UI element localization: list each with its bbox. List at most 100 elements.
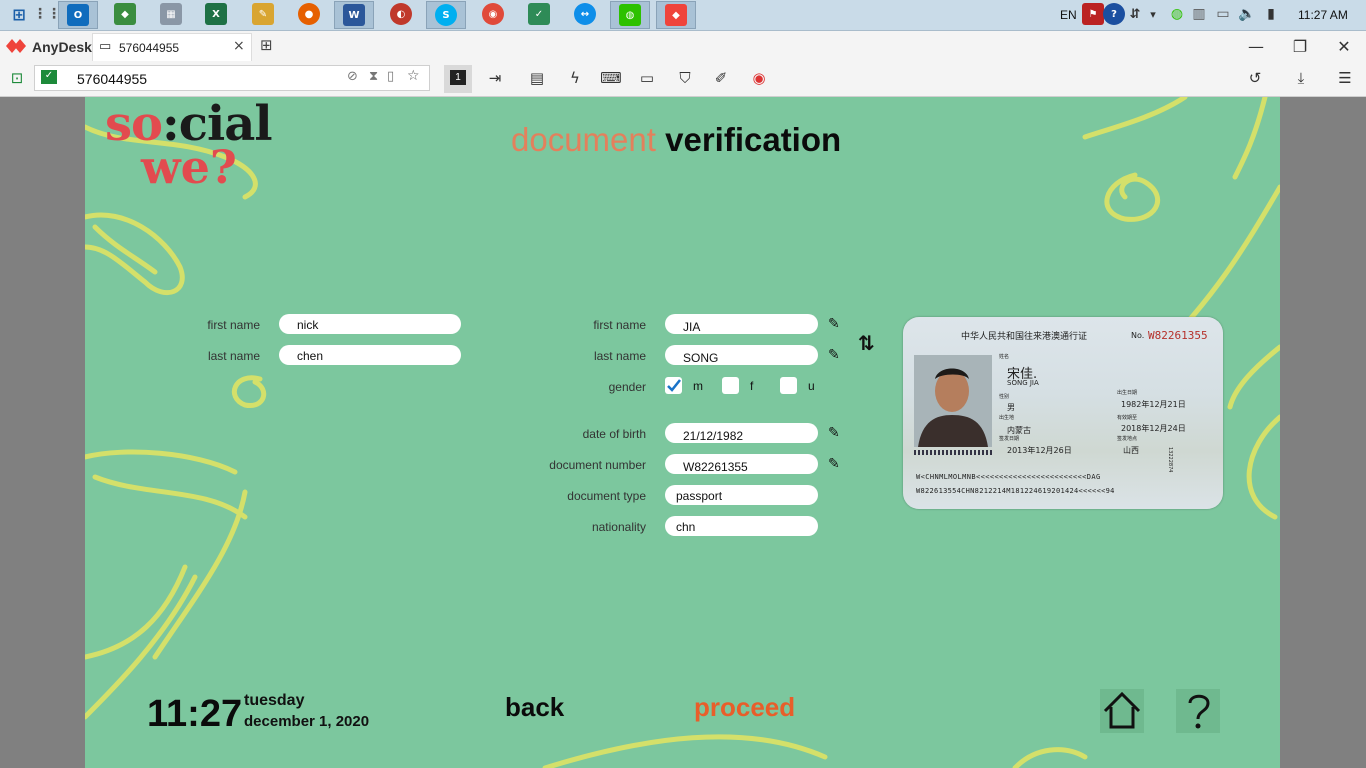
gender-f-checkbox[interactable] <box>722 377 739 394</box>
id-card-no-value: W82261355 <box>1148 329 1208 342</box>
windows-taskbar: ⊞ ⋮⋮ O ◆ ▦ X ✎ ● W ◐ S ◉ ✓ ↔ ◍ ◆ EN ⚑ ? … <box>0 0 1366 31</box>
wechat-tray-icon[interactable]: ◍ <box>1166 3 1188 25</box>
language-indicator[interactable]: EN <box>1060 0 1077 30</box>
address-field[interactable]: ✓ 576044955 ⊘ ⧗ ▯ ☆ <box>34 65 430 91</box>
taskbar-app-word[interactable]: W <box>334 1 374 29</box>
doc-number-label: document number <box>549 458 646 472</box>
hourglass-icon[interactable]: ⧗ <box>369 69 378 84</box>
display-number: 1 <box>450 70 466 85</box>
monitor-icon: ▭ <box>99 39 112 54</box>
id-card-issue-date-value: 2013年12月26日 <box>1007 446 1072 455</box>
actions-lightning-icon[interactable]: ϟ <box>564 67 586 89</box>
proceed-button[interactable]: proceed <box>694 692 795 723</box>
page-title: document verification <box>511 121 841 159</box>
firefox-icon[interactable]: ● <box>298 3 320 25</box>
edit-doc-number-icon[interactable]: ✎ <box>828 456 844 472</box>
connection-status-icon[interactable]: ⊡ <box>6 67 28 89</box>
id-card-name-en: SONG JIA <box>1007 379 1039 387</box>
right-last-name-field[interactable]: SONG <box>665 345 818 365</box>
app-icon[interactable]: ◆ <box>114 3 136 25</box>
id-card-side-number: 13222874 <box>1167 447 1173 473</box>
question-mark-icon <box>1188 694 1210 729</box>
help-button[interactable] <box>1176 689 1220 733</box>
left-first-name-field[interactable]: nick <box>279 314 461 334</box>
task-view-icon[interactable]: ⋮⋮ <box>33 3 61 25</box>
taskbar-app-anydesk[interactable]: ◆ <box>656 1 696 29</box>
download-icon[interactable]: ⤓ <box>1290 67 1312 89</box>
menu-icon[interactable]: ☰ <box>1334 67 1356 89</box>
history-icon[interactable]: ↺ <box>1244 67 1266 89</box>
swap-names-icon[interactable]: ⇅ <box>858 331 875 355</box>
home-button[interactable] <box>1100 689 1144 733</box>
taskbar-app-outlook[interactable]: O <box>58 1 98 29</box>
windows-start-icon[interactable]: ⊞ <box>8 3 30 25</box>
taskbar-app-skype[interactable]: S <box>426 1 466 29</box>
session-tab-label: 576044955 <box>119 41 180 55</box>
calculator-icon[interactable]: ▦ <box>160 3 182 25</box>
word-icon: W <box>343 4 365 26</box>
gender-u-checkbox[interactable] <box>780 377 797 394</box>
restore-button[interactable]: ❐ <box>1280 31 1320 61</box>
doc-number-field[interactable]: W82261355 <box>665 454 818 474</box>
outlook-icon: O <box>67 4 89 26</box>
edit-last-name-icon[interactable]: ✎ <box>828 347 844 363</box>
id-card-sex-label: 性别 <box>999 394 1010 400</box>
chrome-icon[interactable]: ◉ <box>482 3 504 25</box>
nationality-field[interactable]: chn <box>665 516 818 536</box>
favorite-star-icon[interactable]: ☆ <box>407 68 420 84</box>
clock-time: 11:27 <box>147 693 243 735</box>
volume-icon[interactable]: 🔈 <box>1236 3 1258 25</box>
nationality-label: nationality <box>591 520 646 534</box>
gender-u-label: u <box>808 379 815 393</box>
keyboard-icon[interactable]: ⌨ <box>600 67 622 89</box>
hide-icon[interactable]: ⊘ <box>347 69 358 84</box>
paint-icon[interactable]: ✎ <box>252 3 274 25</box>
left-last-name-field[interactable]: chen <box>279 345 461 365</box>
display-selector-button[interactable]: 1 <box>444 65 472 93</box>
id-card-name-label: 姓名 <box>999 354 1010 360</box>
display-icon[interactable]: ▭ <box>636 67 658 89</box>
teamviewer-icon[interactable]: ↔ <box>574 3 596 25</box>
session-tab[interactable]: ▭ 576044955 × <box>92 33 252 61</box>
edit-first-name-icon[interactable]: ✎ <box>828 316 844 332</box>
chat-icon[interactable]: ▤ <box>526 67 548 89</box>
wechat-icon: ◍ <box>619 4 641 26</box>
pdf-tray-icon[interactable]: ⚑ <box>1082 3 1104 25</box>
back-button[interactable]: back <box>505 692 564 723</box>
excel-icon[interactable]: X <box>205 3 227 25</box>
right-first-name-field[interactable]: JIA <box>665 314 818 334</box>
battery-tray-icon[interactable]: ▭ <box>1212 3 1234 25</box>
id-card-mrz-line1: W<CHNMLMOLMNB<<<<<<<<<<<<<<<<<<<<<<<<DAG <box>916 473 1101 481</box>
close-tab-icon[interactable]: × <box>233 38 245 54</box>
close-window-button[interactable]: ✕ <box>1324 31 1364 61</box>
record-icon[interactable]: ◉ <box>748 67 770 89</box>
id-card-issue-place-value: 山西 <box>1123 446 1139 455</box>
taskbar-clock[interactable]: 11:27 AM <box>1298 0 1348 30</box>
clock-day: tuesday <box>244 692 305 709</box>
file-transfer-icon[interactable]: ⇥ <box>484 67 506 89</box>
edit-dob-icon[interactable]: ✎ <box>828 425 844 441</box>
anydesk-titlebar: AnyDesk ▭ 576044955 × ⊞ — ❐ ✕ <box>0 31 1366 62</box>
minimize-button[interactable]: — <box>1236 31 1276 61</box>
checkmark-icon <box>667 379 681 392</box>
clock-date: december 1, 2020 <box>244 713 370 730</box>
new-tab-icon[interactable]: ⊞ <box>260 36 273 54</box>
gender-m-checkbox[interactable] <box>665 377 682 394</box>
verified-monitor-icon: ✓ <box>41 70 57 84</box>
storage-icon[interactable]: ▯ <box>387 69 394 84</box>
id-card-no-label: No. <box>1131 331 1145 340</box>
taskbar-app-wechat[interactable]: ◍ <box>610 1 650 29</box>
dob-field[interactable]: 21/12/1982 <box>665 423 818 443</box>
security-icon[interactable]: ✓ <box>528 3 550 25</box>
remote-screen[interactable]: so:cial we? document verification first … <box>85 97 1280 768</box>
anydesk-clone-icon[interactable]: ◐ <box>390 3 412 25</box>
chevron-up-icon[interactable]: ▾ <box>1142 3 1164 25</box>
draw-pen-icon[interactable]: ✐ <box>710 67 732 89</box>
page-title-part1: document <box>511 121 656 158</box>
permissions-shield-icon[interactable]: ⛉ <box>674 67 696 89</box>
help-tray-icon[interactable]: ? <box>1103 3 1125 25</box>
battery-icon[interactable]: ▮ <box>1260 3 1282 25</box>
doc-type-field[interactable]: passport <box>665 485 818 505</box>
network-tray-icon[interactable]: ▥ <box>1188 3 1210 25</box>
dob-label: date of birth <box>582 427 646 441</box>
